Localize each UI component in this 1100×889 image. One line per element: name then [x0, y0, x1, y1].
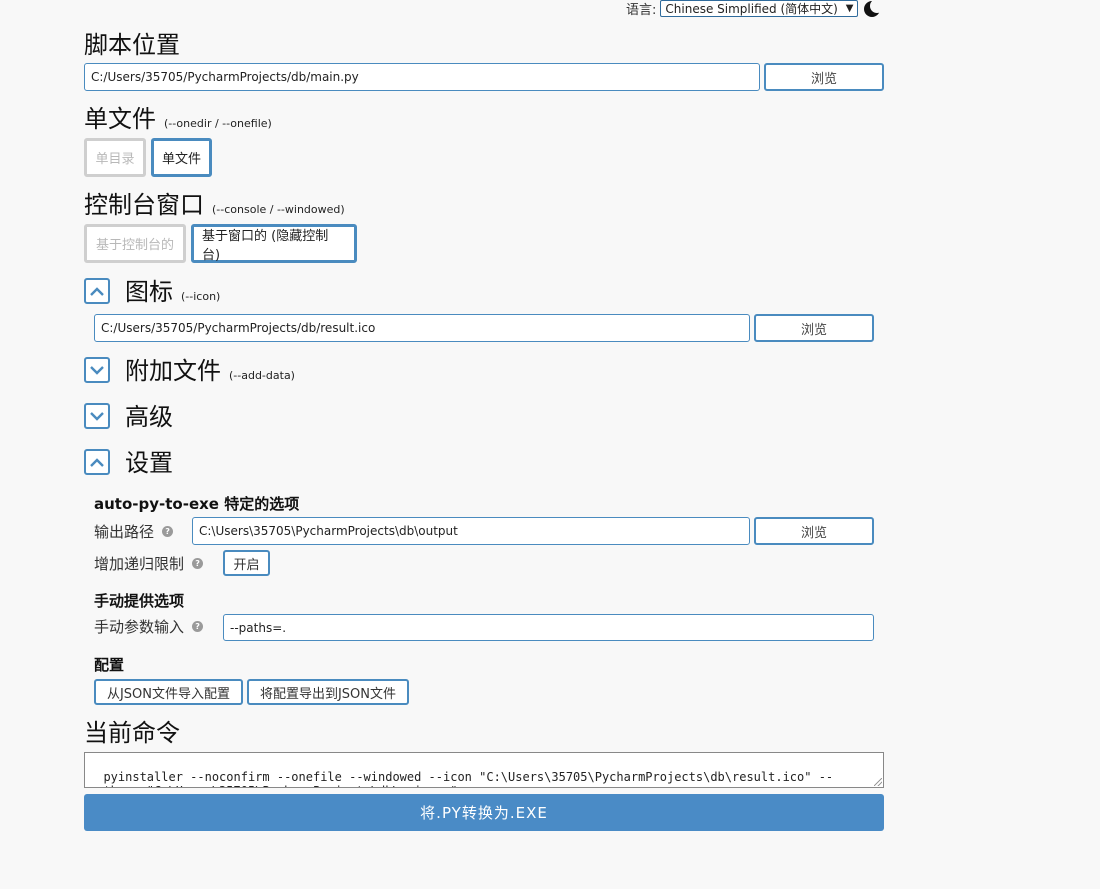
window-based-option-button[interactable]: 基于窗口的 (隐藏控制台) — [191, 224, 357, 263]
current-command-text: pyinstaller --noconfirm --onefile --wind… — [89, 770, 834, 787]
console-based-option-button[interactable]: 基于控制台的 — [84, 224, 186, 263]
output-path-label-row: 输出路径 ? — [94, 520, 174, 542]
help-icon[interactable]: ? — [162, 525, 174, 537]
manual-args-label-row: 手动参数输入 ? — [94, 615, 204, 637]
icon-browse-button[interactable]: 浏览 — [754, 314, 874, 342]
additional-files-title: 附加文件 — [125, 357, 221, 385]
config-heading: 配置 — [94, 656, 125, 674]
advanced-expand-button[interactable] — [84, 403, 110, 429]
language-selected-value: Chinese Simplified (简体中文) — [665, 2, 838, 16]
icon-section-collapse-button[interactable] — [84, 278, 110, 304]
icon-path-input[interactable]: C:/Users/35705/PycharmProjects/db/result… — [94, 314, 750, 342]
recursion-label-row: 增加递归限制 ? — [94, 552, 204, 574]
chevron-up-icon — [90, 457, 104, 467]
onefile-note: (--onedir / --onefile) — [164, 117, 272, 130]
icon-section-title: 图标 — [125, 278, 173, 306]
language-select[interactable]: Chinese Simplified (简体中文) ▼ — [660, 0, 859, 17]
script-location-title: 脚本位置 — [84, 31, 180, 59]
icon-section-heading: 图标 (--icon) — [125, 277, 220, 307]
manual-args-input[interactable]: --paths=. — [223, 614, 874, 641]
resize-grip-icon[interactable] — [874, 778, 882, 786]
convert-button[interactable]: 将.PY转换为.EXE — [84, 794, 884, 831]
current-command-textarea[interactable]: pyinstaller --noconfirm --onefile --wind… — [84, 752, 884, 788]
onedir-option-button[interactable]: 单目录 — [84, 138, 146, 177]
chevron-down-icon — [90, 411, 104, 421]
onefile-title: 单文件 — [84, 105, 156, 133]
onefile-option-button[interactable]: 单文件 — [151, 138, 212, 177]
recursion-limit-label: 增加递归限制 — [94, 554, 185, 573]
script-path-input[interactable]: C:/Users/35705/PycharmProjects/db/main.p… — [84, 63, 760, 91]
additional-files-note: (--add-data) — [229, 369, 295, 382]
chevron-down-icon: ▼ — [845, 3, 854, 14]
icon-section-note: (--icon) — [181, 290, 221, 303]
chevron-down-icon — [90, 365, 104, 375]
script-browse-button[interactable]: 浏览 — [764, 63, 884, 91]
output-browse-button[interactable]: 浏览 — [754, 517, 874, 545]
output-path-input[interactable]: C:\Users\35705\PycharmProjects\db\output — [192, 517, 750, 545]
console-heading: 控制台窗口 (--console / --windowed) — [84, 190, 345, 220]
settings-collapse-button[interactable] — [84, 449, 110, 475]
manual-args-label: 手动参数输入 — [94, 617, 185, 636]
current-command-title: 当前命令 — [84, 719, 180, 747]
onefile-heading: 单文件 (--onedir / --onefile) — [84, 104, 272, 134]
additional-files-heading: 附加文件 (--add-data) — [125, 356, 295, 386]
help-icon[interactable]: ? — [192, 557, 204, 569]
chevron-up-icon — [90, 286, 104, 296]
moon-icon[interactable] — [864, 0, 885, 17]
output-path-label: 输出路径 — [94, 522, 155, 541]
console-note: (--console / --windowed) — [212, 203, 345, 216]
help-icon[interactable]: ? — [192, 620, 204, 632]
export-config-button[interactable]: 将配置导出到JSON文件 — [247, 679, 409, 705]
manual-options-heading: 手动提供选项 — [94, 592, 185, 610]
console-title: 控制台窗口 — [84, 191, 204, 219]
settings-title: 设置 — [125, 449, 173, 477]
advanced-title: 高级 — [125, 403, 173, 431]
language-bar: 语言: Chinese Simplified (简体中文) ▼ — [626, 0, 885, 18]
import-config-button[interactable]: 从JSON文件导入配置 — [94, 679, 243, 705]
recursion-limit-toggle-button[interactable]: 开启 — [223, 550, 270, 576]
specific-options-heading: auto-py-to-exe 特定的选项 — [94, 495, 300, 513]
language-label: 语言: — [626, 3, 657, 18]
additional-files-expand-button[interactable] — [84, 357, 110, 383]
